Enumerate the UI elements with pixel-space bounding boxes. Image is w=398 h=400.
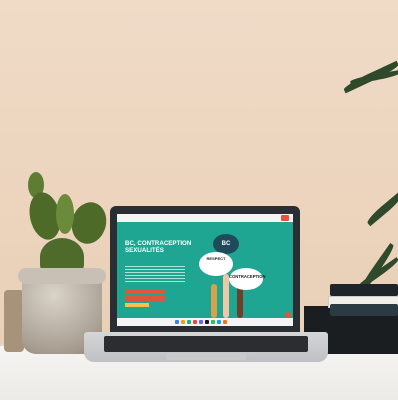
laptop-screen: BC, CONTRACEPTION SEXUALITÉS BC RESPECT … [117,214,293,326]
book [330,284,398,296]
taskbar-app-icon[interactable] [187,320,191,324]
taskbar-app-icon[interactable] [193,320,197,324]
body-text-lines [125,266,185,284]
taskbar-app-icon[interactable] [223,320,227,324]
woven-basket [4,290,24,352]
speech-bubble-top: BC [213,234,239,254]
raised-arm [223,274,229,318]
raised-arm [211,284,217,318]
primary-button[interactable] [125,289,165,294]
pot-rim [18,268,106,284]
taskbar-app-icon[interactable] [181,320,185,324]
tag-button[interactable] [125,303,149,307]
taskbar-app-icon[interactable] [205,320,209,324]
header-button[interactable] [281,215,289,221]
speech-bubble-right: CONTRACEPTION [229,268,266,290]
cactus-pad [56,194,74,234]
taskbar-app-icon[interactable] [175,320,179,324]
book [330,304,398,316]
speech-bubble-left: RESPECT [199,252,233,276]
trackpad [166,353,246,360]
taskbar-app-icon[interactable] [199,320,203,324]
keyboard [104,336,308,352]
headline: BC, CONTRACEPTION SEXUALITÉS [125,240,192,254]
taskbar-app-icon[interactable] [217,320,221,324]
taskbar-app-icon[interactable] [211,320,215,324]
secondary-button[interactable] [125,296,165,301]
browser-bar [117,214,293,222]
